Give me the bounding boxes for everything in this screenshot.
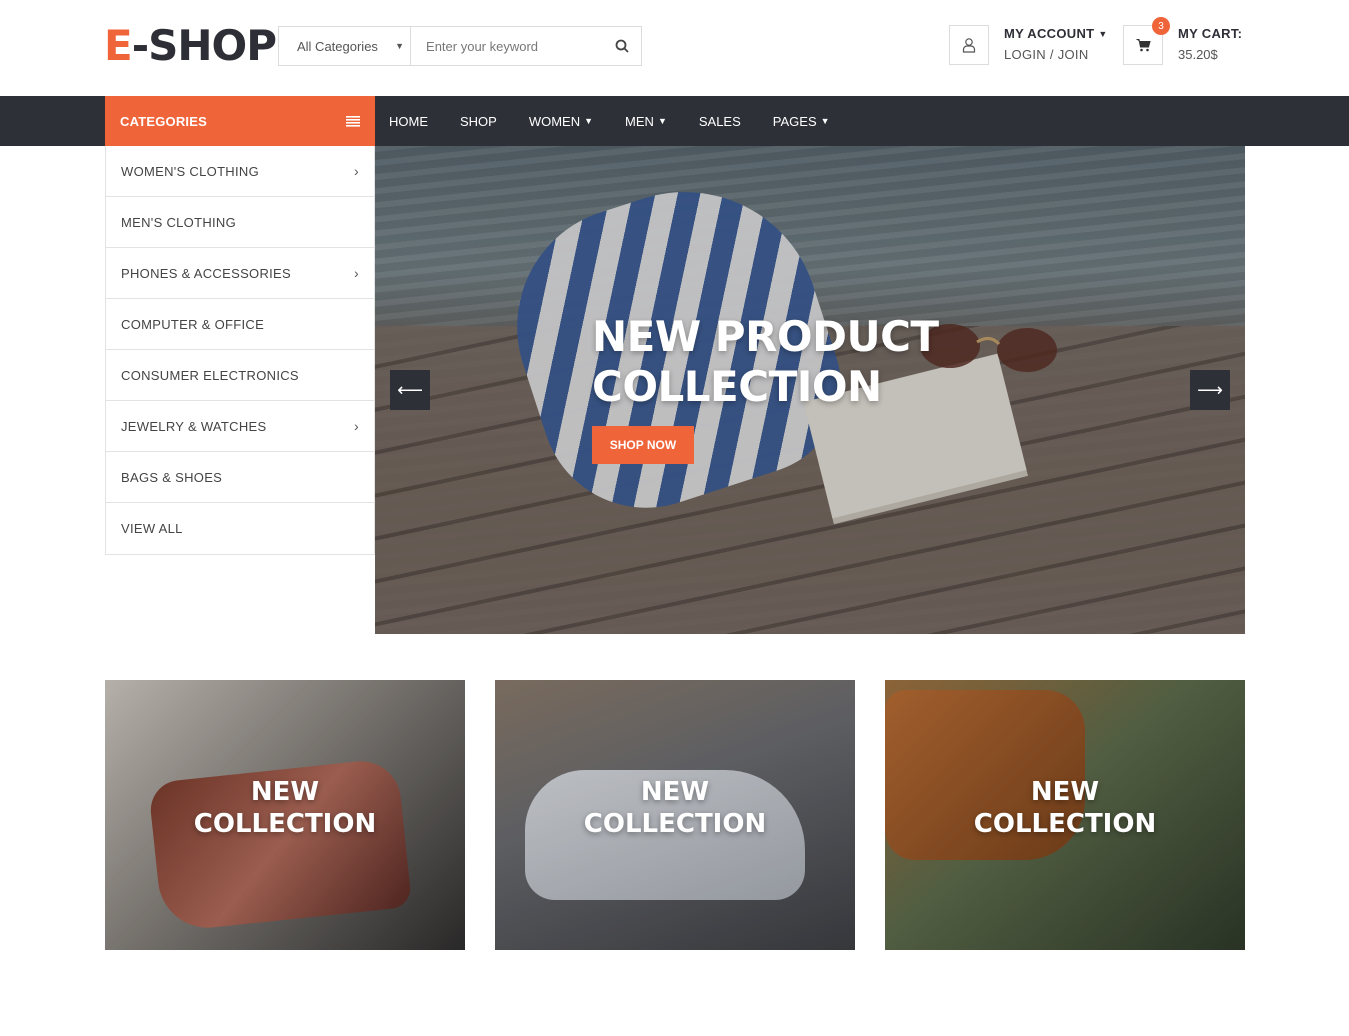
collection-label-line: COLLECTION [583, 809, 767, 839]
menu-icon [346, 116, 360, 127]
collection-label: NEW COLLECTION [885, 776, 1245, 840]
nav-sales[interactable]: SALES [683, 96, 757, 146]
search-input[interactable] [411, 27, 603, 65]
caret-down-icon: ▼ [1098, 28, 1108, 39]
search-button[interactable] [602, 27, 641, 65]
nav-home[interactable]: HOME [375, 96, 444, 146]
hero-title-line: COLLECTION [592, 362, 882, 411]
category-womens-clothing[interactable]: WOMEN'S CLOTHING › [106, 146, 374, 197]
shop-now-button[interactable]: SHOP NOW [592, 426, 694, 464]
cart-count-badge: 3 [1152, 17, 1170, 35]
categories-heading: CATEGORIES [120, 113, 207, 129]
nav-label: PAGES [772, 113, 817, 129]
category-select-value: All Categories [297, 38, 378, 54]
collection-banner-handbags[interactable]: NEW COLLECTION [885, 680, 1245, 950]
user-icon [962, 38, 976, 53]
category-computer-office[interactable]: COMPUTER & OFFICE [106, 299, 374, 350]
slider-next-button[interactable]: ⟶ [1190, 370, 1230, 410]
main-menu: HOME SHOP WOMEN ▼ MEN ▼ SALES PAGES ▼ [375, 96, 846, 146]
category-label: CONSUMER ELECTRONICS [121, 367, 299, 383]
category-mens-clothing[interactable]: MEN'S CLOTHING [106, 197, 374, 248]
category-view-all[interactable]: VIEW ALL [106, 503, 374, 554]
logo-letter: E [104, 21, 133, 70]
caret-down-icon: ▼ [657, 116, 667, 126]
arrow-right-icon: ⟶ [1197, 379, 1223, 400]
nav-label: SHOP [460, 113, 497, 129]
category-consumer-electronics[interactable]: CONSUMER ELECTRONICS [106, 350, 374, 401]
category-bags-shoes[interactable]: BAGS & SHOES [106, 452, 374, 503]
chevron-right-icon: › [354, 163, 359, 179]
nav-shop[interactable]: SHOP [444, 96, 513, 146]
chevron-right-icon: › [354, 265, 359, 281]
hero-title: NEW PRODUCT COLLECTION [592, 312, 939, 412]
hero-title-line: NEW PRODUCT [592, 312, 939, 361]
cart-amount: 35.20$ [1178, 47, 1218, 62]
category-phones-accessories[interactable]: PHONES & ACCESSORIES › [106, 248, 374, 299]
category-label: BAGS & SHOES [121, 469, 223, 485]
collection-label: NEW COLLECTION [105, 776, 465, 840]
slider-prev-button[interactable]: ⟵ [390, 370, 430, 410]
nav-label: WOMEN [528, 113, 581, 129]
logo-text: -SHOP [131, 21, 277, 70]
account-button[interactable] [949, 25, 989, 65]
category-label: JEWELRY & WATCHES [121, 418, 267, 434]
collection-banner-shoes[interactable]: NEW COLLECTION [495, 680, 855, 950]
nav-men[interactable]: MEN ▼ [609, 96, 683, 146]
chevron-right-icon: › [354, 418, 359, 434]
collection-label-line: COLLECTION [973, 809, 1157, 839]
category-label: VIEW ALL [121, 521, 183, 536]
nav-label: MEN [625, 113, 654, 129]
search-bar: All Categories ▼ [278, 26, 642, 66]
account-menu[interactable]: MY ACCOUNT ▼ LOGIN / JOIN [1004, 26, 1108, 62]
category-select[interactable]: All Categories ▼ [279, 27, 412, 65]
caret-down-icon: ▼ [584, 116, 594, 126]
category-label: MEN'S CLOTHING [121, 214, 237, 230]
category-label: PHONES & ACCESSORIES [121, 265, 291, 281]
caret-down-icon: ▼ [820, 116, 830, 126]
category-jewelry-watches[interactable]: JEWELRY & WATCHES › [106, 401, 374, 452]
login-join-link[interactable]: LOGIN / JOIN [1004, 47, 1108, 62]
site-logo[interactable]: E-SHOP [104, 21, 277, 70]
account-title: MY ACCOUNT [1004, 26, 1095, 41]
nav-pages[interactable]: PAGES ▼ [757, 96, 846, 146]
category-sidebar: WOMEN'S CLOTHING › MEN'S CLOTHING PHONES … [105, 146, 375, 555]
collection-label-line: NEW [250, 777, 320, 807]
cart-title: MY CART: [1178, 26, 1243, 41]
cart-summary[interactable]: MY CART: 35.20$ [1178, 26, 1242, 62]
nav-label: SALES [698, 113, 741, 129]
category-label: COMPUTER & OFFICE [121, 316, 265, 332]
collection-label-line: NEW [1030, 777, 1100, 807]
search-icon [615, 39, 629, 53]
category-label: WOMEN'S CLOTHING [121, 163, 260, 179]
categories-toggle[interactable]: CATEGORIES [105, 96, 375, 146]
arrow-left-icon: ⟵ [397, 379, 423, 400]
collection-label-line: COLLECTION [193, 809, 377, 839]
nav-label: HOME [389, 113, 428, 129]
nav-women[interactable]: WOMEN ▼ [513, 96, 609, 146]
cart-icon [1136, 39, 1151, 52]
hero-slider: NEW PRODUCT COLLECTION SHOP NOW ⟵ ⟶ [375, 146, 1245, 634]
collection-label: NEW COLLECTION [495, 776, 855, 840]
collection-label-line: NEW [640, 777, 710, 807]
collection-banner-bags[interactable]: NEW COLLECTION [105, 680, 465, 950]
caret-down-icon: ▼ [395, 41, 405, 51]
